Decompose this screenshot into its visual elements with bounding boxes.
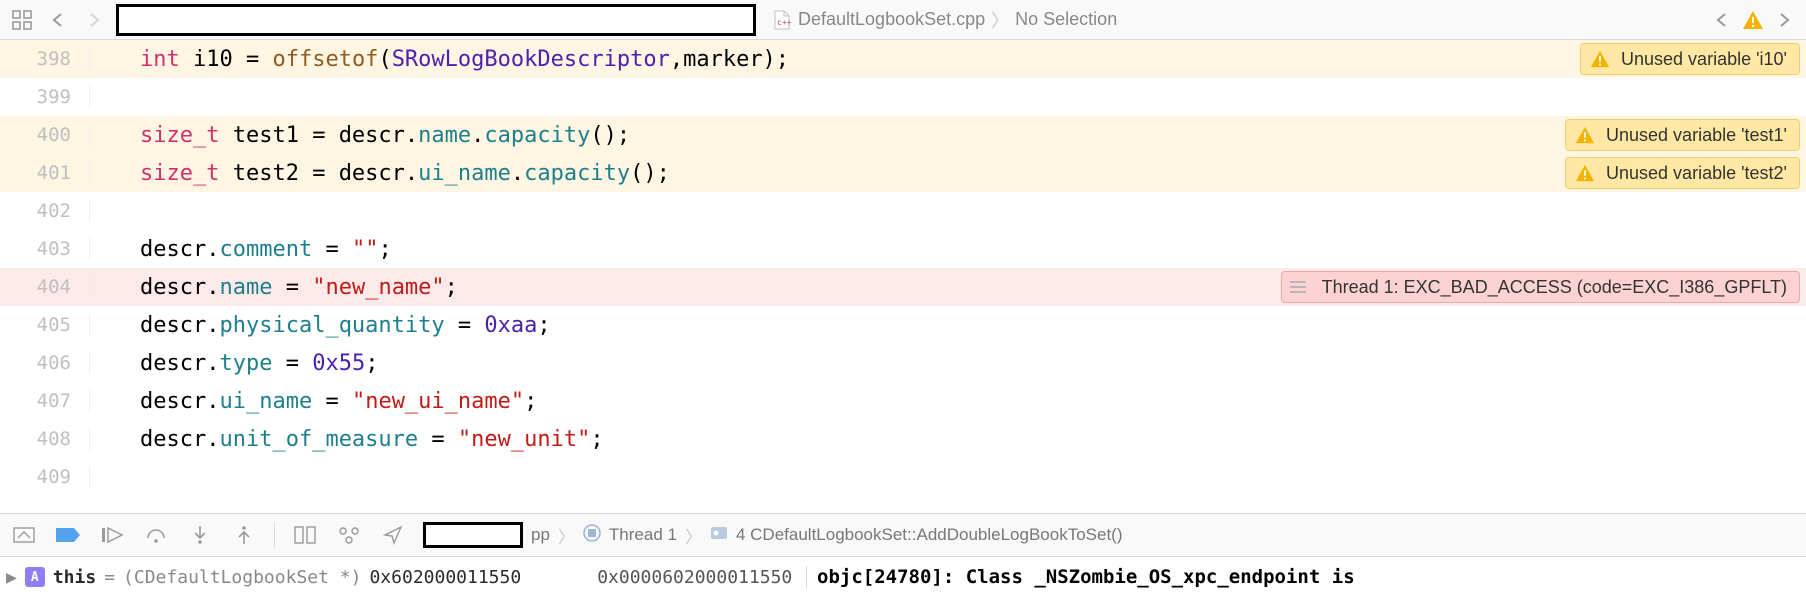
variable-name: this <box>53 567 96 588</box>
code-line[interactable]: 405descr.physical_quantity = 0xaa; <box>0 306 1806 344</box>
inline-error-badge[interactable]: Thread 1: EXC_BAD_ACCESS (code=EXC_I386_… <box>1281 271 1800 303</box>
line-number: 406 <box>0 352 90 374</box>
variables-view[interactable]: ▶ A this = (CDefaultLogbookSet *) 0x6020… <box>0 567 792 588</box>
debug-console[interactable]: objc[24780]: Class _NSZombie_OS_xpc_endp… <box>806 566 1806 588</box>
continue-button[interactable] <box>98 521 126 549</box>
code-text: descr.ui_name = "new_ui_name"; <box>90 389 537 414</box>
line-number: 408 <box>0 428 90 450</box>
step-out-button[interactable] <box>230 521 258 549</box>
nav-back-button[interactable] <box>44 6 72 34</box>
source-editor[interactable]: 398int i10 = offsetof(SRowLogBookDescrip… <box>0 40 1806 513</box>
inline-warning-badge[interactable]: Unused variable 'test1' <box>1565 119 1800 151</box>
line-number: 399 <box>0 86 90 108</box>
jump-bar-right <box>1708 6 1798 34</box>
code-text: descr.physical_quantity = 0xaa; <box>90 313 551 338</box>
line-number: 405 <box>0 314 90 336</box>
nav-forward-button[interactable] <box>80 6 108 34</box>
thread-lines-icon <box>1290 280 1306 294</box>
warning-icon <box>1574 124 1596 146</box>
code-line[interactable]: 404descr.name = "new_name"; Thread 1: EXC… <box>0 268 1806 306</box>
frame-icon <box>710 524 728 547</box>
variable-kind-icon: A <box>25 567 45 587</box>
variable-value: 0x602000011550 <box>369 567 521 588</box>
code-line[interactable]: 406descr.type = 0x55; <box>0 344 1806 382</box>
code-line[interactable]: 403descr.comment = ""; <box>0 230 1806 268</box>
breadcrumb-separator-icon: 〉 <box>685 523 702 548</box>
view-debug-button[interactable] <box>291 521 319 549</box>
breadcrumb-separator-icon: 〉 <box>558 523 575 548</box>
breadcrumb-file[interactable]: DefaultLogbookSet.cpp <box>798 9 985 30</box>
line-number: 400 <box>0 124 90 146</box>
info-bar: ▶ A this = (CDefaultLogbookSet *) 0x6020… <box>0 557 1806 597</box>
prev-issue-button[interactable] <box>1708 6 1736 34</box>
code-line[interactable]: 401size_t test2 = descr.ui_name.capacity… <box>0 154 1806 192</box>
code-text: descr.comment = ""; <box>90 237 392 262</box>
code-line[interactable]: 402 <box>0 192 1806 230</box>
code-text: descr.unit_of_measure = "new_unit"; <box>90 427 604 452</box>
warning-icon <box>1589 48 1611 70</box>
thread-icon <box>583 524 601 547</box>
disclosure-triangle-icon[interactable]: ▶ <box>6 567 17 588</box>
breadcrumb[interactable]: c++ DefaultLogbookSet.cpp 〉 No Selection <box>764 7 1117 33</box>
console-line: objc[24780]: Class _NSZombie_OS_xpc_endp… <box>817 566 1355 588</box>
code-line[interactable]: 400size_t test1 = descr.name.capacity();… <box>0 116 1806 154</box>
line-number: 403 <box>0 238 90 260</box>
line-number: 402 <box>0 200 90 222</box>
path-field[interactable] <box>116 4 756 36</box>
code-text: size_t test1 = descr.name.capacity(); <box>90 123 630 148</box>
warning-icon <box>1574 162 1596 184</box>
svg-text:c++: c++ <box>777 18 791 27</box>
cpp-file-icon: c++ <box>772 9 792 31</box>
issue-text: Unused variable 'test1' <box>1606 125 1787 146</box>
issue-text: Unused variable 'test2' <box>1606 163 1787 184</box>
next-issue-button[interactable] <box>1770 6 1798 34</box>
variable-type: (CDefaultLogbookSet *) <box>123 567 361 588</box>
line-number: 401 <box>0 162 90 184</box>
breadcrumb-selection[interactable]: No Selection <box>1015 9 1117 30</box>
breadcrumb-separator-icon: 〉 <box>991 7 1009 33</box>
issue-text: Unused variable 'i10' <box>1621 49 1787 70</box>
step-into-button[interactable] <box>186 521 214 549</box>
inline-warning-badge[interactable]: Unused variable 'test2' <box>1565 157 1800 189</box>
thread-label[interactable]: Thread 1 <box>609 525 677 545</box>
jump-bar: c++ DefaultLogbookSet.cpp 〉 No Selection <box>0 0 1806 40</box>
code-line[interactable]: 408descr.unit_of_measure = "new_unit"; <box>0 420 1806 458</box>
code-line[interactable]: 399 <box>0 78 1806 116</box>
code-line[interactable]: 409 <box>0 458 1806 496</box>
code-text: descr.type = 0x55; <box>90 351 378 376</box>
line-number: 409 <box>0 466 90 488</box>
process-field[interactable] <box>423 522 523 548</box>
warning-icon <box>1742 9 1764 31</box>
code-text: size_t test2 = descr.ui_name.capacity(); <box>90 161 670 186</box>
location-button[interactable] <box>379 521 407 549</box>
frame-label[interactable]: 4 CDefaultLogbookSet::AddDoubleLogBookTo… <box>736 525 1123 545</box>
variable-raw-value: 0x0000602000011550 <box>597 567 792 588</box>
line-number: 407 <box>0 390 90 412</box>
related-items-button[interactable] <box>8 6 36 34</box>
debug-bar: pp 〉 Thread 1 〉 4 CDefaultLogbookSet::Ad… <box>0 513 1806 557</box>
code-line[interactable]: 407descr.ui_name = "new_ui_name"; <box>0 382 1806 420</box>
code-text: int i10 = offsetof(SRowLogBookDescriptor… <box>90 47 789 72</box>
debug-graph-button[interactable] <box>335 521 363 549</box>
issue-text: Thread 1: EXC_BAD_ACCESS (code=EXC_I386_… <box>1322 277 1787 298</box>
inline-warning-badge[interactable]: Unused variable 'i10' <box>1580 43 1800 75</box>
line-number: 398 <box>0 48 90 70</box>
step-over-button[interactable] <box>142 521 170 549</box>
code-line[interactable]: 398int i10 = offsetof(SRowLogBookDescrip… <box>0 40 1806 78</box>
line-number: 404 <box>0 276 90 298</box>
thread-file-suffix: pp <box>531 525 550 545</box>
breakpoints-button[interactable] <box>54 521 82 549</box>
debug-view-mode-button[interactable] <box>10 521 38 549</box>
thread-breadcrumb[interactable]: pp 〉 Thread 1 〉 4 CDefaultLogbookSet::Ad… <box>423 522 1123 548</box>
code-text: descr.name = "new_name"; <box>90 275 458 300</box>
